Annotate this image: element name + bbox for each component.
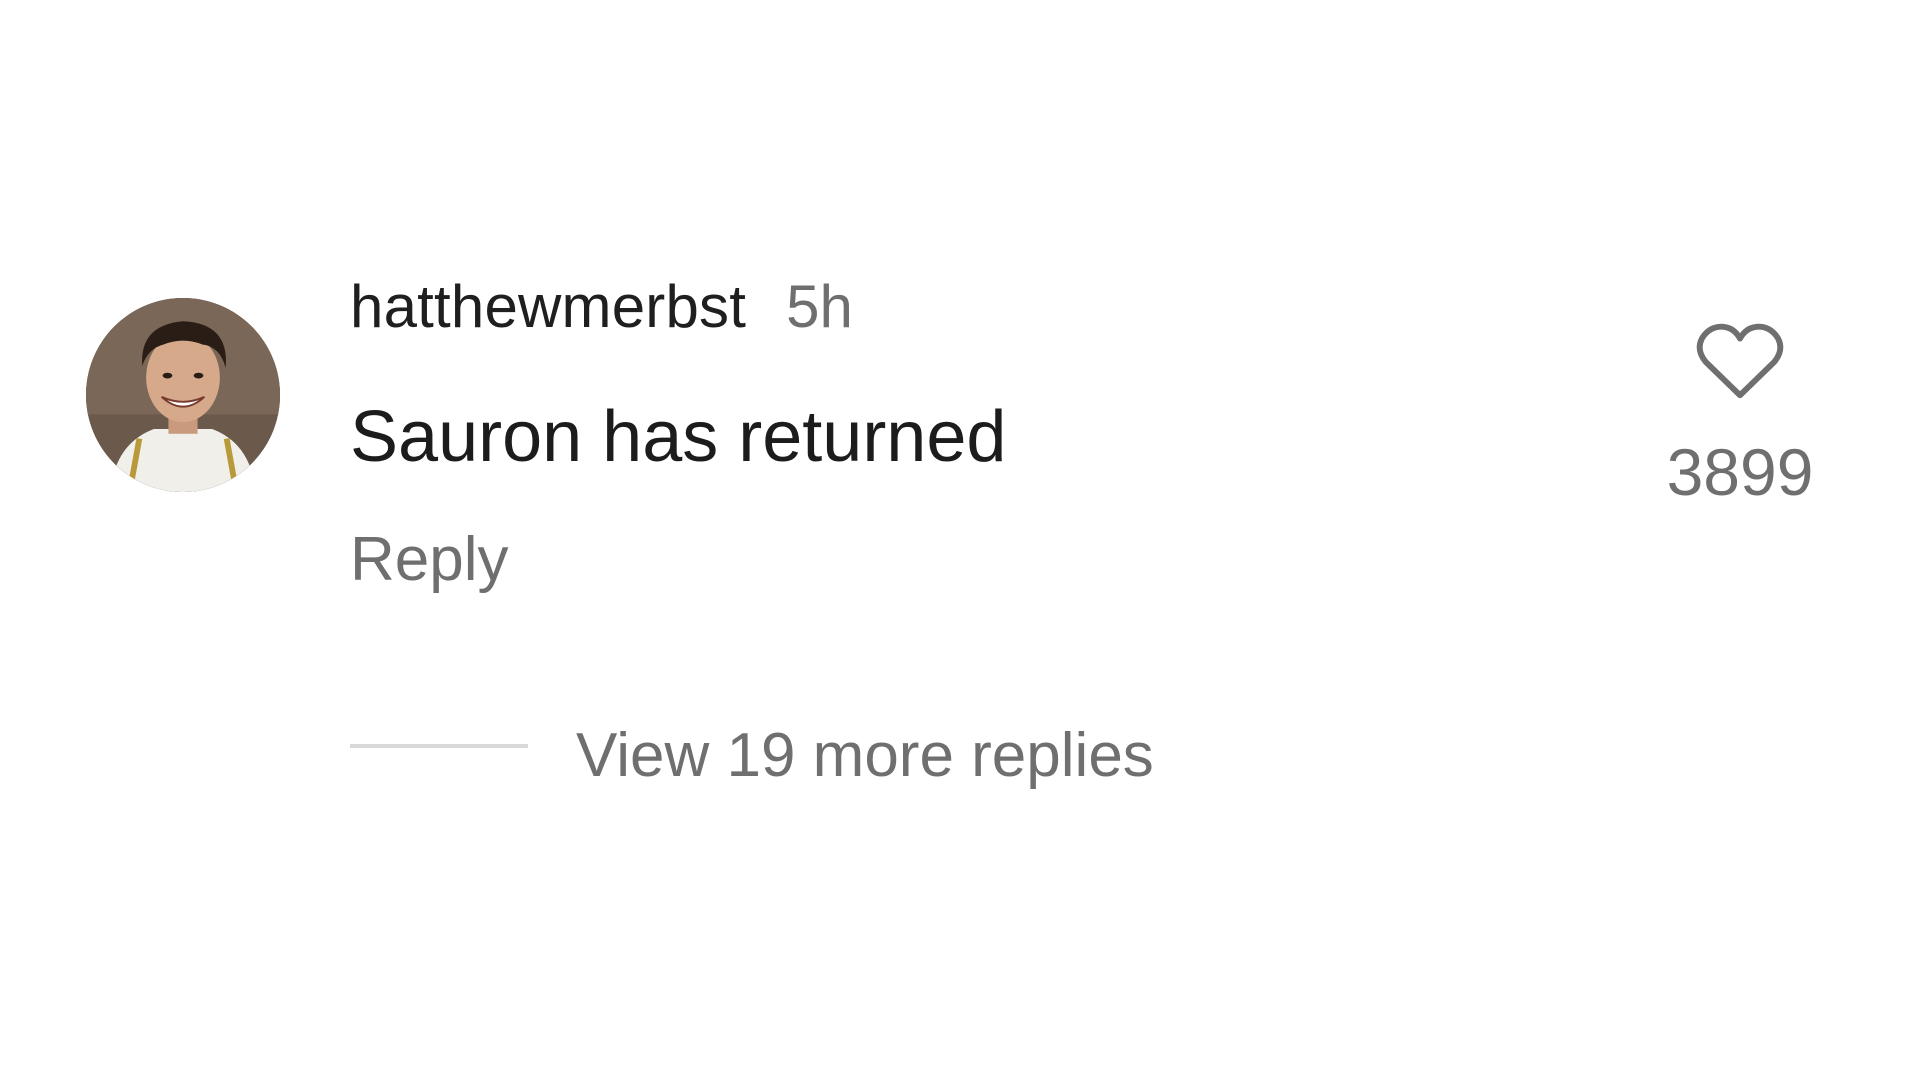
- comment-meta: hatthewmerbst 5h: [350, 272, 853, 341]
- reply-button[interactable]: Reply: [350, 524, 509, 595]
- replies-divider: [350, 744, 528, 748]
- comment-text: Sauron has returned: [350, 397, 1007, 477]
- like-count: 3899: [1666, 435, 1814, 509]
- comment-screen: hatthewmerbst 5h Sauron has returned Rep…: [0, 0, 1920, 1080]
- view-more-replies-button[interactable]: View 19 more replies: [576, 720, 1154, 791]
- timestamp: 5h: [786, 273, 853, 340]
- username[interactable]: hatthewmerbst: [350, 272, 746, 341]
- avatar[interactable]: [86, 298, 280, 492]
- heart-outline-icon[interactable]: [1696, 322, 1784, 402]
